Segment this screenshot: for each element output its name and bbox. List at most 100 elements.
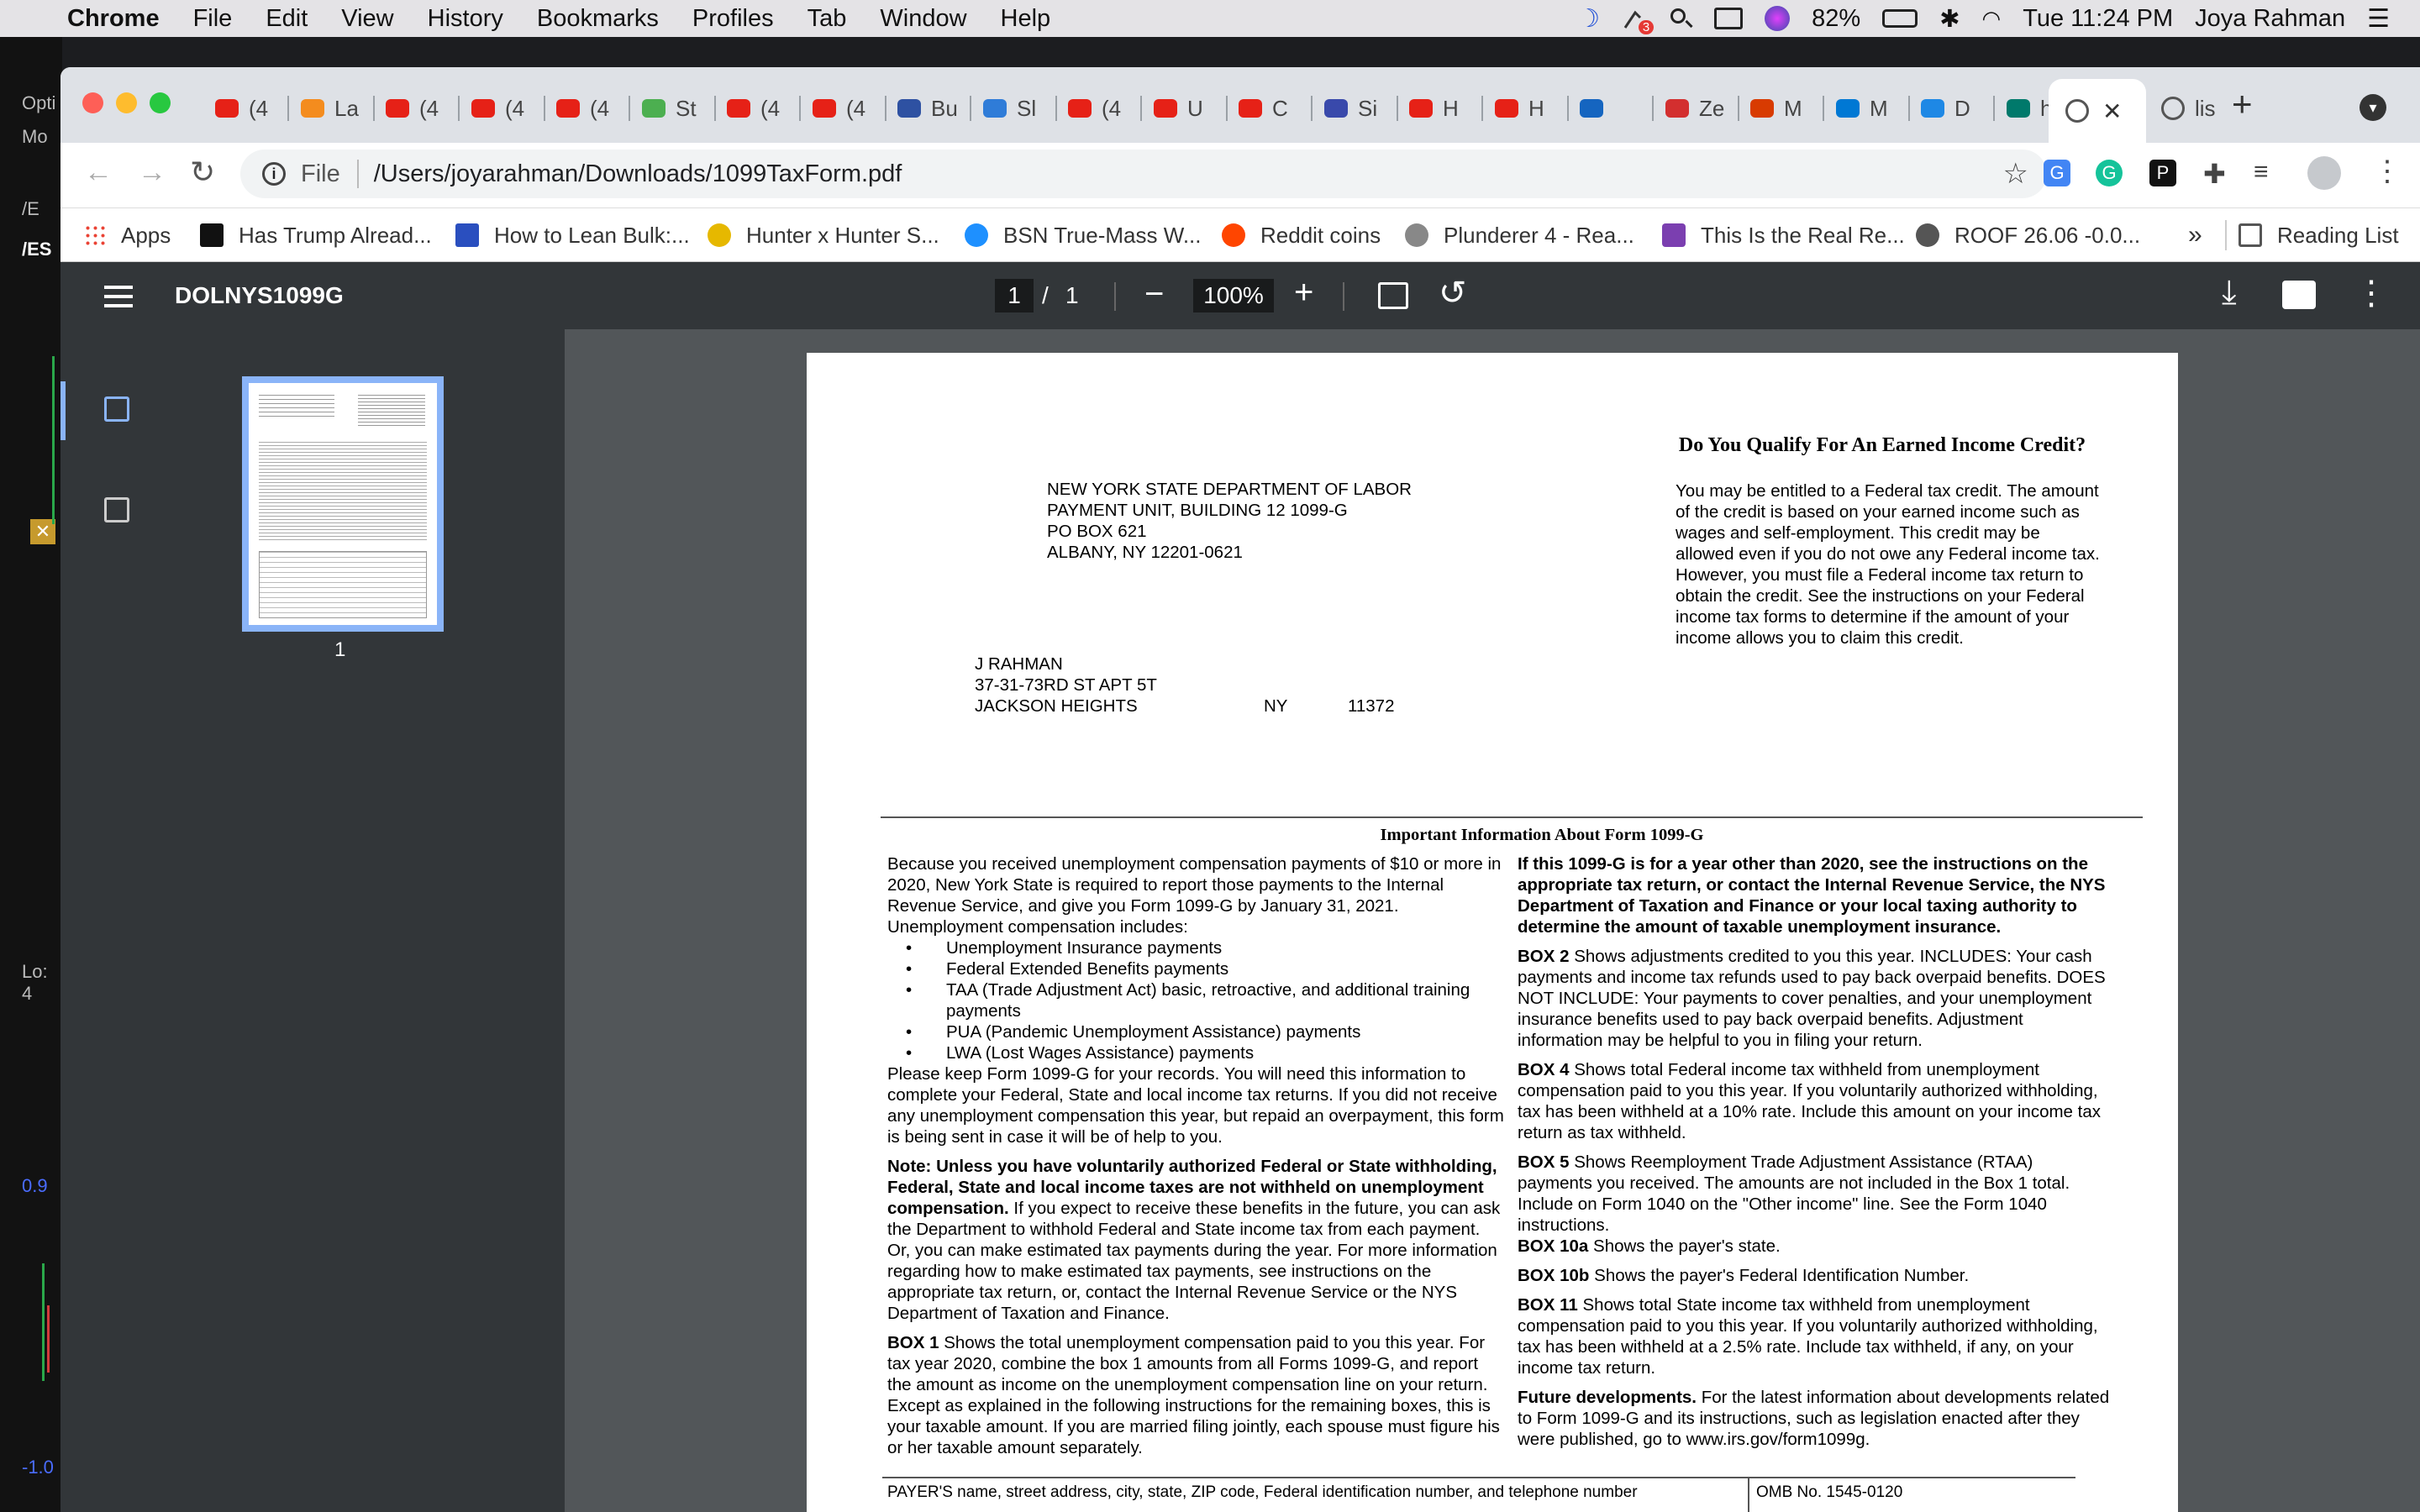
tab-search-icon[interactable]: ▾ (2360, 94, 2386, 121)
tab-item[interactable]: (4 (801, 89, 886, 128)
thumbnail-view-icon[interactable] (104, 396, 129, 422)
bookmark-item[interactable]: Reddit coins (1222, 218, 1381, 252)
info-icon[interactable]: i (262, 162, 286, 186)
battery-icon[interactable] (1882, 9, 1918, 28)
tab-item[interactable]: (4 (203, 89, 289, 128)
zoom-in-button[interactable]: + (1294, 274, 1313, 312)
menu-help[interactable]: Help (1001, 5, 1051, 33)
tab-item[interactable]: (4 (460, 89, 545, 128)
bookmark-item[interactable]: Hunter x Hunter S... (708, 218, 939, 252)
outline-view-icon[interactable] (104, 497, 129, 522)
clock[interactable]: Tue 11:24 PM (2023, 5, 2173, 33)
tab-item[interactable]: M (1824, 89, 1910, 128)
bookmark-star-icon[interactable]: ☆ (2003, 157, 2028, 191)
menu-edit[interactable]: Edit (266, 5, 308, 33)
bookmark-item[interactable]: How to Lean Bulk:... (455, 218, 690, 252)
pdf-toolbar: DOLNYS1099G 1 / 1 − 100% + ↺ ⤓ ⋮ (60, 262, 2420, 329)
zoom-out-button[interactable]: − (1144, 276, 1164, 313)
media-queue-icon[interactable]: ≡ (2254, 158, 2269, 186)
bookmark-apps[interactable]: Apps (84, 218, 171, 252)
sidebar-menu-icon[interactable] (104, 286, 133, 307)
bookmark-item[interactable]: BSN True-Mass W... (965, 218, 1202, 252)
moon-icon[interactable]: ☽ (1577, 4, 1600, 34)
url-text[interactable]: /Users/joyarahman/Downloads/1099TaxForm.… (374, 160, 902, 188)
box10b-paragraph: BOX 10b Shows the payer's Federal Identi… (1518, 1265, 2111, 1286)
menu-tab[interactable]: Tab (808, 5, 847, 33)
menu-bookmarks[interactable]: Bookmarks (537, 5, 659, 33)
recipient-street: 37-31-73RD ST APT 5T (975, 675, 1157, 695)
rotate-icon[interactable]: ↺ (1439, 274, 1467, 312)
tab-item[interactable]: St (630, 89, 716, 128)
wifi-icon[interactable]: ◠ (1982, 6, 2002, 32)
page-number-input[interactable]: 1 (995, 279, 1034, 312)
recipient-zip: 11372 (1348, 696, 1395, 716)
back-icon[interactable]: ← (84, 156, 113, 189)
book-icon (1324, 99, 1348, 118)
google-translate-icon[interactable]: G (2044, 160, 2070, 186)
tab-item[interactable]: (4 (544, 89, 630, 128)
box10b-text: Shows the payer's Federal Identification… (1589, 1266, 1970, 1285)
page-thumbnail[interactable] (242, 376, 444, 632)
siri-icon[interactable] (1765, 6, 1791, 31)
profile-avatar[interactable] (2307, 156, 2341, 190)
user-name[interactable]: Joya Rahman (2195, 5, 2345, 33)
menu-view[interactable]: View (341, 5, 393, 33)
forward-icon[interactable]: → (138, 156, 166, 189)
menu-file[interactable]: File (193, 5, 233, 33)
globe-icon (2065, 99, 2089, 123)
tab-item[interactable]: H (1483, 89, 1569, 128)
download-icon[interactable]: ⤓ (2222, 274, 2237, 312)
extension-p-icon[interactable]: P (2149, 160, 2176, 186)
airplay-icon[interactable] (1714, 8, 1744, 29)
bookmark-item[interactable]: This Is the Real Re... (1662, 218, 1905, 252)
chart-line (47, 1305, 50, 1373)
reload-icon[interactable]: ↻ (190, 155, 215, 190)
control-center-icon[interactable]: ☰ (2367, 4, 2390, 34)
more-actions-icon[interactable]: ⋮ (2354, 274, 2388, 312)
chart-line (42, 1263, 45, 1381)
bookmarks-overflow-button[interactable]: » (2188, 218, 2202, 252)
notification-icon[interactable]: 3 (1622, 6, 1655, 34)
recipient-city: JACKSON HEIGHTS (975, 696, 1138, 716)
youtube-icon (471, 99, 495, 118)
grammarly-icon[interactable]: G (2096, 160, 2123, 186)
tab-item[interactable]: (4 (374, 89, 460, 128)
tab-close-button[interactable]: ✕ (2102, 97, 2122, 125)
tab-item[interactable]: (4 (1056, 89, 1142, 128)
box2-paragraph: BOX 2 Shows adjustments credited to you … (1518, 946, 2111, 1051)
bookmark-item[interactable]: ROOF 26.06 -0.0... (1916, 218, 2140, 252)
tab-item[interactable]: Bu (886, 89, 971, 128)
zoom-level-input[interactable]: 100% (1193, 279, 1274, 312)
tab-active-pdf[interactable]: ✕ (2049, 79, 2146, 143)
app-menu-chrome[interactable]: Chrome (67, 5, 160, 33)
tab-item[interactable]: Ze (1654, 89, 1739, 128)
new-tab-button[interactable]: + (2232, 84, 2253, 124)
window-close-button[interactable] (82, 92, 103, 113)
tab-item[interactable]: Si (1313, 89, 1398, 128)
tab-item[interactable]: C (1227, 89, 1313, 128)
extensions-puzzle-icon[interactable]: ✚ (2203, 158, 2226, 190)
reading-list-button[interactable]: Reading List (2238, 218, 2399, 252)
search-icon[interactable] (1669, 7, 1693, 30)
bookmark-item[interactable]: Plunderer 4 - Rea... (1405, 218, 1634, 252)
window-minimize-button[interactable] (116, 92, 137, 113)
tab-item[interactable] (1568, 89, 1654, 128)
address-bar[interactable]: i File /Users/joyarahman/Downloads/1099T… (240, 150, 2047, 198)
tab-label: H (1528, 95, 1544, 121)
tab-item[interactable]: La (289, 89, 375, 128)
tab-item[interactable]: Sl (971, 89, 1057, 128)
window-zoom-button[interactable] (150, 92, 171, 113)
tab-item[interactable]: U (1142, 89, 1228, 128)
tab-item[interactable]: H (1397, 89, 1483, 128)
menu-history[interactable]: History (428, 5, 503, 33)
menu-window[interactable]: Window (880, 5, 966, 33)
menu-profiles[interactable]: Profiles (692, 5, 774, 33)
print-icon[interactable] (2282, 281, 2316, 309)
tab-item[interactable]: M (1739, 89, 1824, 128)
bluetooth-icon[interactable]: ✱ (1939, 4, 1960, 34)
chrome-menu-icon[interactable]: ⋮ (2373, 155, 2402, 188)
tab-item[interactable]: D (1909, 89, 1995, 128)
bookmark-item[interactable]: Has Trump Alread... (200, 218, 432, 252)
fit-page-icon[interactable] (1378, 282, 1408, 309)
tab-item[interactable]: (4 (715, 89, 801, 128)
